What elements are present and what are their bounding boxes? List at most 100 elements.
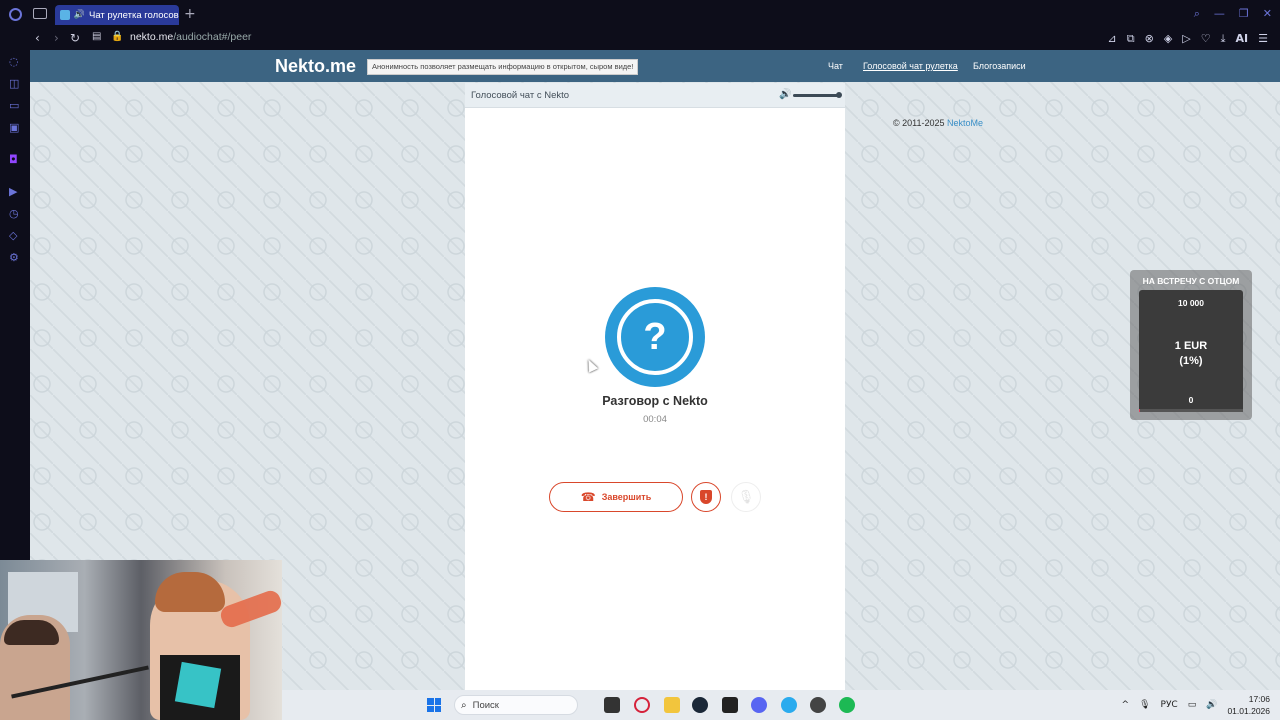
opera-taskbar-icon[interactable] (634, 697, 650, 713)
lock-icon[interactable]: 🔒 (111, 31, 123, 42)
history-icon[interactable]: ◷ (9, 208, 21, 220)
maps-icon[interactable]: ▣ (9, 122, 21, 134)
webcam-shirt-print (174, 661, 222, 709)
back-icon[interactable]: ‹ (35, 31, 40, 45)
bag-icon[interactable]: ◫ (9, 78, 21, 90)
tray-chevron-icon[interactable]: ^ (1122, 700, 1130, 710)
task-view-icon[interactable] (604, 697, 620, 713)
start-button[interactable] (427, 698, 441, 712)
tab-nekto[interactable]: 🔊 Чат рулетка голосовая (55, 5, 179, 25)
peer-name: Разговор с Nekto (602, 394, 708, 408)
taskbar-search[interactable]: ⌕ Поиск (454, 695, 578, 715)
webcam-person-right-hair (155, 572, 225, 612)
volume-icon[interactable]: 🔊 (779, 89, 791, 100)
windows-taskbar: ⌕ Поиск ^ 🎙 РУС ▭ 🔊 17:06 01.01.2026 (282, 690, 1280, 720)
nav-blog[interactable]: Блогозаписи (973, 61, 1026, 71)
copyright-text: © 2011-2025 (893, 118, 945, 128)
site-logo[interactable]: Nekto.me (275, 56, 356, 77)
donation-amount: 1 EUR (1%) (1139, 339, 1243, 369)
copyright-link[interactable]: NektoMe (947, 118, 983, 128)
heart-icon[interactable]: ♡ (1201, 32, 1211, 46)
language-indicator[interactable]: РУС (1161, 700, 1178, 710)
toolbar-icons: ⊿ ⧉ ⊗ ◈ ▷ ♡ ⤓ AI ☰ (1108, 32, 1268, 46)
donation-progress-track (1139, 409, 1243, 412)
mute-button[interactable]: 🎙 (731, 482, 761, 512)
tray-mic-icon[interactable]: 🎙 (1139, 700, 1150, 710)
webcam-overlay (0, 560, 282, 720)
donation-start: 0 (1188, 395, 1194, 405)
taskbar-search-placeholder: Поиск (472, 699, 499, 711)
volume-slider-handle[interactable] (836, 92, 842, 98)
messenger-icon[interactable]: ▭ (9, 100, 21, 112)
chat-header-label: Голосовой чат с Nekto (471, 90, 570, 101)
peer-avatar: ? (605, 287, 705, 387)
adblock-icon[interactable]: ⊗ (1145, 32, 1154, 46)
epic-games-icon[interactable] (722, 697, 738, 713)
end-call-button[interactable]: ☎ Завершить (549, 482, 683, 512)
extension-icon[interactable]: ◈ (1164, 32, 1172, 46)
ai-label: AI (1235, 32, 1249, 45)
player-icon[interactable]: ▶ (9, 186, 21, 198)
clock-date: 01.01.2026 (1227, 706, 1270, 716)
search-tabs-icon[interactable]: ⌕ (1194, 7, 1200, 21)
clock[interactable]: 17:06 01.01.2026 (1227, 693, 1270, 717)
donation-goal: 10 000 (1178, 298, 1204, 308)
file-explorer-icon[interactable] (664, 697, 680, 713)
url-domain: nekto.me (130, 31, 174, 43)
opera-logo-icon[interactable] (9, 8, 22, 21)
donation-title: НА ВСТРЕЧУ С ОТЦОМ (1142, 276, 1240, 286)
microphone-icon: 🎙 (737, 489, 755, 505)
donation-amount-value: 1 EUR (1174, 340, 1208, 352)
snapshot-icon[interactable]: ⧉ (1127, 32, 1135, 46)
tab-manager-icon[interactable] (33, 8, 47, 19)
obs-icon[interactable] (810, 697, 826, 713)
forward-icon[interactable]: › (54, 31, 59, 45)
maximize-button[interactable]: ❐ (1239, 7, 1249, 21)
nav-chat[interactable]: Чат (828, 61, 843, 71)
clock-time: 17:06 (1248, 694, 1270, 704)
volume-tray-icon[interactable]: 🔊 (1206, 700, 1217, 710)
discord-icon[interactable] (751, 697, 767, 713)
donation-box: 10 000 1 EUR (1%) 0 (1139, 290, 1243, 412)
site-tagline: Анонимность позволяет размещать информац… (367, 59, 639, 75)
donation-widget: НА ВСТРЕЧУ С ОТЦОМ 10 000 1 EUR (1%) 0 (1130, 270, 1252, 420)
screen: 🔊 Чат рулетка голосовая + ⌕ — ❐ ✕ ‹ › ↻ … (0, 0, 1280, 720)
question-mark-icon: ? (617, 299, 693, 375)
end-call-label: Завершить (601, 492, 652, 502)
url-field[interactable]: nekto.me/audiochat#/peer (130, 31, 251, 43)
menu-icon[interactable]: ☰ (1258, 32, 1268, 46)
spotify-icon[interactable] (839, 697, 855, 713)
new-tab-button[interactable]: + (184, 6, 196, 22)
ai-icon[interactable]: AI (1236, 32, 1249, 46)
telegram-icon[interactable] (781, 697, 797, 713)
extensions-icon[interactable]: ◇ (9, 230, 21, 242)
settings-icon[interactable]: ⚙ (9, 252, 21, 264)
hang-up-icon: ☎ (580, 490, 596, 504)
donation-progress-fill (1139, 409, 1141, 412)
steam-icon[interactable] (692, 697, 708, 713)
play-icon[interactable]: ▷ (1182, 32, 1190, 46)
chat-header: Голосовой чат с Nekto 🔊 (465, 83, 845, 108)
pin-icon[interactable]: ⊿ (1108, 32, 1117, 46)
twitch-icon[interactable]: ◘ (9, 154, 21, 166)
nav-voice-chat[interactable]: Голосовой чат рулетка (863, 61, 958, 71)
donation-amount-percent: (1%) (1179, 355, 1203, 367)
minimize-button[interactable]: — (1214, 7, 1225, 21)
shield-icon: ! (700, 490, 712, 504)
speaker-icon[interactable]: 🔊 (74, 10, 85, 20)
close-button[interactable]: ✕ (1263, 7, 1272, 21)
volume-slider[interactable] (793, 94, 839, 97)
reload-icon[interactable]: ↻ (70, 31, 80, 45)
site-header: Nekto.me Анонимность позволяет размещать… (30, 50, 1280, 82)
search-icon: ⌕ (461, 699, 467, 711)
copyright: © 2011-2025 NektoMe (893, 118, 983, 128)
call-timer: 00:04 (643, 414, 667, 425)
aria-icon[interactable]: ◌ (9, 56, 21, 68)
tab-title: Чат рулетка голосовая (89, 9, 179, 21)
webcam-person-left-hair (4, 620, 59, 645)
download-icon[interactable]: ⤓ (1221, 32, 1226, 46)
easy-setup-icon[interactable]: ▤ (92, 31, 101, 42)
network-icon[interactable]: ▭ (1188, 700, 1197, 710)
window-controls: ⌕ — ❐ ✕ (1194, 7, 1272, 21)
report-button[interactable]: ! (691, 482, 721, 512)
